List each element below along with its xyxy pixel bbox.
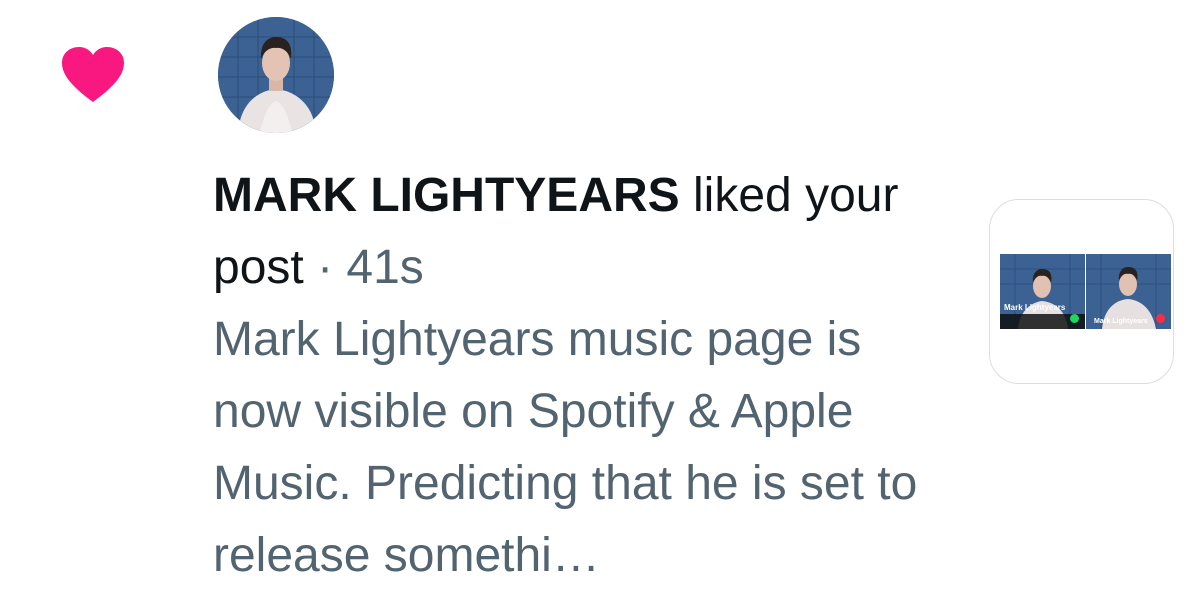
timestamp: 41s bbox=[346, 241, 424, 294]
post-media-preview[interactable]: Mark Lightyears Mark Lightyears bbox=[989, 199, 1174, 384]
username-link[interactable]: MARK LIGHTYEARS bbox=[213, 169, 680, 222]
thumbnail-title: Mark Lightyears bbox=[1094, 318, 1148, 325]
thumbnail-title: Mark Lightyears bbox=[1004, 303, 1066, 312]
like-notification[interactable]: MARK LIGHTYEARS liked your post · 41s Ma… bbox=[0, 0, 1200, 601]
separator-dot: · bbox=[303, 241, 347, 294]
post-snippet[interactable]: Mark Lightyears music page is now visibl… bbox=[213, 304, 953, 592]
notification-text: MARK LIGHTYEARS liked your post · 41s Ma… bbox=[213, 160, 953, 592]
spotify-play-icon bbox=[1070, 314, 1079, 323]
avatar[interactable] bbox=[218, 17, 334, 133]
apple-music-thumbnail: Mark Lightyears bbox=[1086, 254, 1171, 329]
apple-music-play-icon bbox=[1156, 314, 1165, 323]
notification-headline: MARK LIGHTYEARS liked your post · 41s bbox=[213, 160, 953, 304]
heart-icon bbox=[60, 46, 126, 104]
spotify-thumbnail: Mark Lightyears bbox=[1000, 254, 1085, 329]
